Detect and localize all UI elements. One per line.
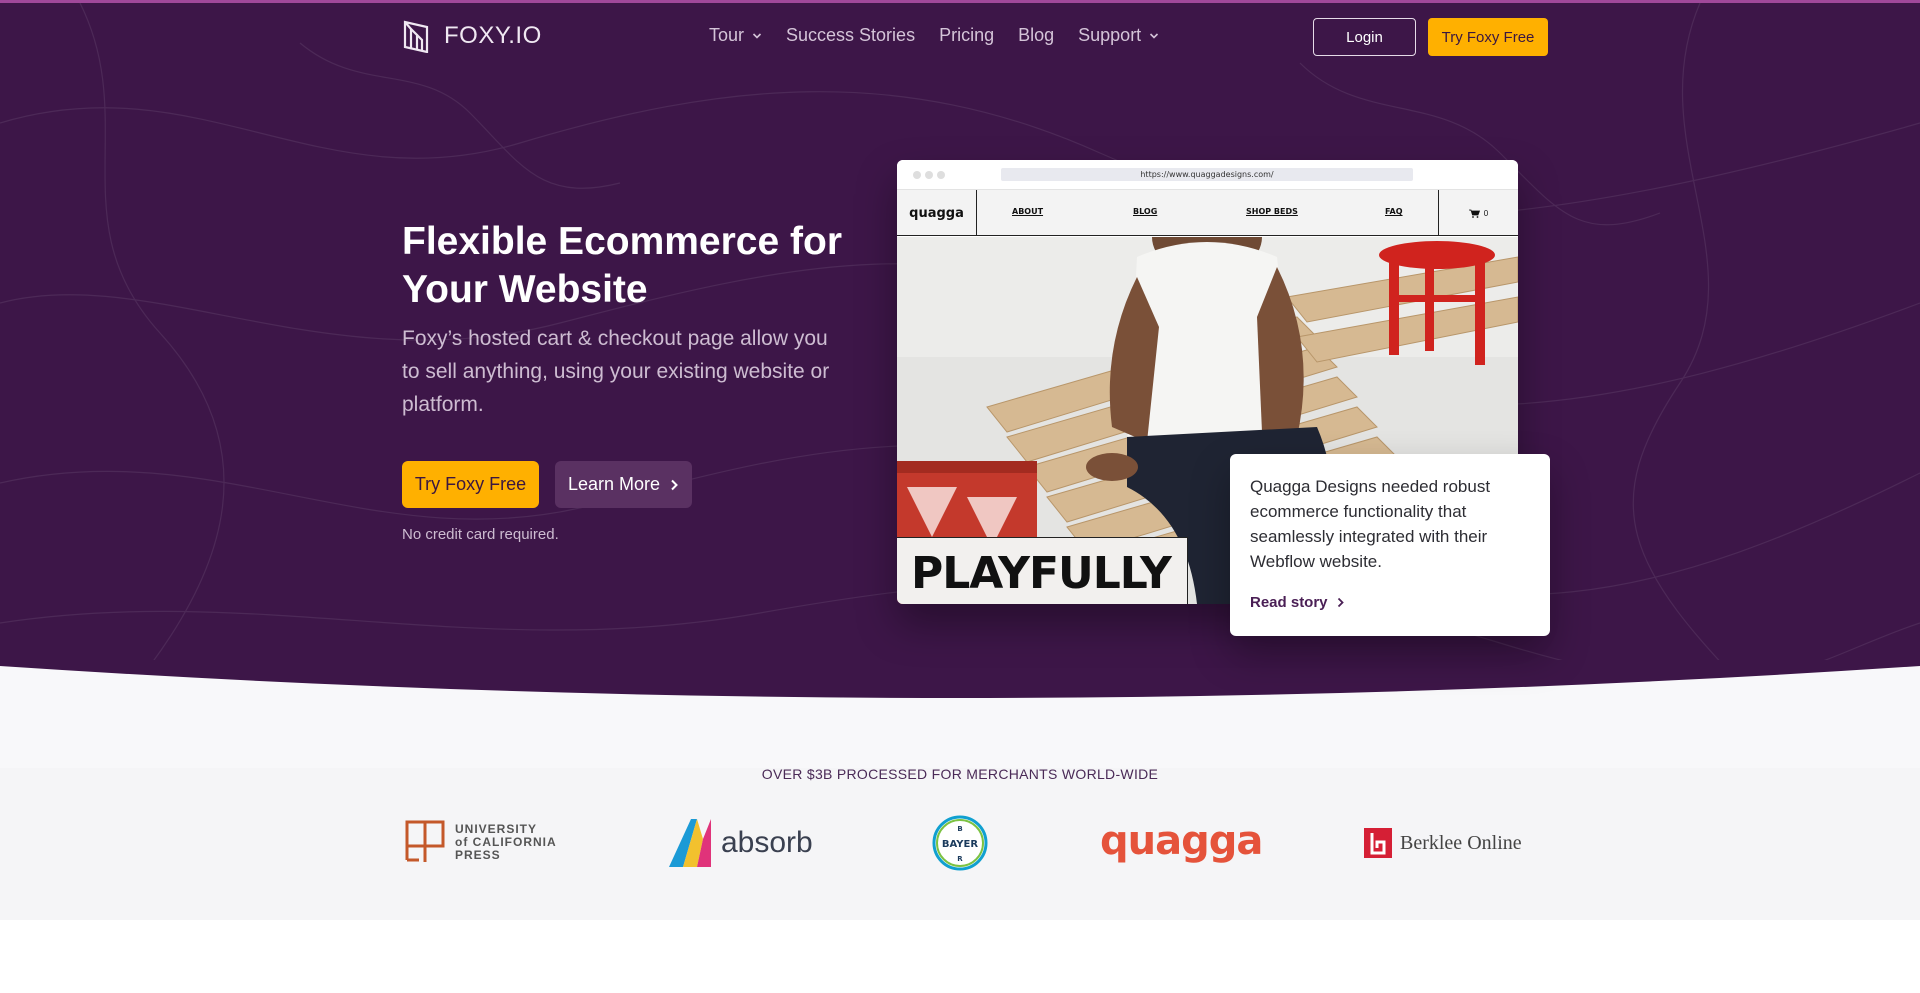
nav-item-label: Pricing: [939, 25, 995, 45]
absorb-mark-icon: [669, 819, 711, 867]
learn-more-button[interactable]: Learn More: [555, 461, 692, 508]
page-footer-space: [0, 920, 1920, 993]
mockup-cart: 0: [1438, 190, 1518, 236]
mockup-link: FAQ: [1385, 207, 1403, 216]
hero-bottom-curve: [0, 660, 1920, 770]
success-story-card: Quagga Designs needed robust ecommerce f…: [1230, 454, 1550, 636]
nav-item-support[interactable]: Support: [1078, 25, 1159, 46]
mockup-link: ABOUT: [1012, 207, 1044, 216]
brand-name: FOXY.IO: [444, 22, 542, 49]
nav-item-label: Success Stories: [786, 25, 916, 45]
nav-item-label: Blog: [1018, 25, 1055, 45]
chevron-right-icon: [1337, 597, 1344, 608]
ucp-logo: UNIVERSITY of CALIFORNIA PRESS: [405, 820, 557, 864]
nav-item-pricing[interactable]: Pricing: [939, 25, 994, 46]
mockup-banner: PLAYFULLY MADE: [897, 537, 1188, 604]
read-story-label: Read story: [1250, 594, 1328, 611]
try-foxy-free-button[interactable]: Try Foxy Free: [402, 461, 539, 508]
browser-toolbar: https://www.quaggadesigns.com/: [897, 160, 1518, 190]
nav-item-success-stories[interactable]: Success Stories: [786, 25, 915, 46]
berklee-wordmark: Berklee Online: [1400, 831, 1522, 854]
absorb-logo: absorb: [669, 819, 813, 867]
svg-text:R: R: [957, 855, 963, 863]
brand-logo[interactable]: FOXY.IO: [402, 18, 542, 54]
mockup-banner-text: PLAYFULLY MADE: [911, 548, 1187, 599]
chevron-down-icon: [1150, 32, 1159, 39]
svg-text:BAYER: BAYER: [942, 839, 978, 850]
nav-item-label: Tour: [709, 25, 745, 45]
chevron-down-icon: [752, 32, 762, 39]
window-dot-icon: [937, 171, 945, 179]
window-dot-icon: [913, 171, 921, 179]
login-button[interactable]: Login: [1313, 18, 1416, 56]
try-foxy-free-nav-button[interactable]: Try Foxy Free: [1428, 18, 1548, 56]
absorb-wordmark: absorb: [721, 826, 813, 859]
mockup-link: BLOG: [1133, 207, 1158, 216]
bayer-logo: BAYER B R: [932, 815, 988, 871]
merchants-tagline: OVER $3B PROCESSED FOR MERCHANTS WORLD-W…: [761, 766, 1159, 782]
mockup-site-logo: quagga: [897, 190, 977, 236]
ucp-wordmark: UNIVERSITY of CALIFORNIA PRESS: [455, 821, 557, 862]
chevron-right-icon: [671, 479, 678, 490]
bayer-cross-icon: BAYER B R: [932, 815, 988, 871]
quagga-logo: quagga: [1100, 818, 1263, 864]
hero-subheading: Foxy’s hosted cart & checkout page allow…: [402, 327, 830, 416]
mockup-site-nav: quagga ABOUT BLOG SHOP BEDS FAQ 0: [897, 190, 1518, 236]
ucp-mark-icon: [405, 820, 445, 862]
svg-text:B: B: [957, 825, 962, 833]
window-dot-icon: [925, 171, 933, 179]
hero-headline: Flexible Ecommerce for Your Website: [402, 220, 843, 311]
no-credit-card-note: No credit card required.: [402, 526, 559, 543]
cart-icon: [1468, 209, 1480, 218]
nav-item-label: Support: [1078, 25, 1142, 45]
foxy-logo-icon: [403, 20, 429, 53]
browser-url: https://www.quaggadesigns.com/: [1001, 168, 1413, 181]
learn-more-label: Learn More: [567, 474, 661, 494]
nav-item-blog[interactable]: Blog: [1018, 25, 1054, 46]
top-navigation: FOXY.IO Tour Success Stories Pricing Blo…: [402, 18, 1548, 58]
story-text: Quagga Designs needed robust ecommerce f…: [1250, 477, 1491, 571]
berklee-mark-icon: [1364, 828, 1392, 858]
mockup-link: SHOP BEDS: [1246, 207, 1298, 216]
berklee-online-logo: Berklee Online: [1364, 828, 1522, 858]
cart-count: 0: [1483, 208, 1489, 218]
quagga-wordmark: quagga: [1100, 818, 1263, 864]
main-menu: Tour Success Stories Pricing Blog Suppor…: [709, 25, 1183, 46]
read-story-link[interactable]: Read story: [1250, 594, 1345, 611]
nav-item-tour[interactable]: Tour: [709, 25, 762, 46]
